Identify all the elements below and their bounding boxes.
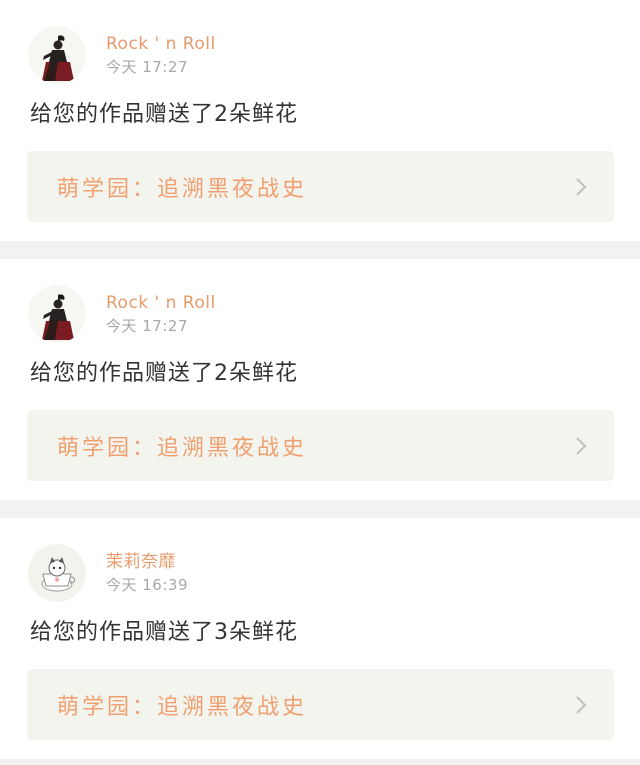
timestamp: 今天 16:39 xyxy=(106,576,188,594)
notification-header: Rock ' n Roll 今天 17:27 xyxy=(28,25,216,85)
username-link[interactable]: Rock ' n Roll xyxy=(106,292,216,314)
notification-message: 给您的作品赠送了2朵鲜花 xyxy=(30,102,298,127)
notification-meta: Rock ' n Roll 今天 17:27 xyxy=(106,292,216,336)
notification-card: 茉莉奈靡 今天 16:39 给您的作品赠送了3朵鲜花 萌学园：追溯黑夜战史 xyxy=(0,518,640,759)
notification-feed: Rock ' n Roll 今天 17:27 给您的作品赠送了2朵鲜花 萌学园：… xyxy=(0,0,640,759)
work-link-card[interactable]: 萌学园：追溯黑夜战史 xyxy=(27,669,614,740)
dark-figure-avatar-icon[interactable] xyxy=(28,26,86,84)
notification-header: 茉莉奈靡 今天 16:39 xyxy=(28,543,188,603)
notification-message: 给您的作品赠送了3朵鲜花 xyxy=(30,620,298,645)
work-link-card[interactable]: 萌学园：追溯黑夜战史 xyxy=(27,410,614,481)
timestamp: 今天 17:27 xyxy=(106,58,188,76)
chevron-right-icon xyxy=(576,177,587,196)
notification-meta: 茉莉奈靡 今天 16:39 xyxy=(106,551,188,595)
notification-header: Rock ' n Roll 今天 17:27 xyxy=(28,284,216,344)
username-link[interactable]: 茉莉奈靡 xyxy=(106,551,188,573)
work-title: 萌学园：追溯黑夜战史 xyxy=(57,176,308,202)
timestamp: 今天 17:27 xyxy=(106,317,188,335)
work-title: 萌学园：追溯黑夜战史 xyxy=(57,694,308,720)
username-link[interactable]: Rock ' n Roll xyxy=(106,33,216,55)
notification-meta: Rock ' n Roll 今天 17:27 xyxy=(106,33,216,77)
dark-figure-avatar-icon[interactable] xyxy=(28,285,86,343)
work-title: 萌学园：追溯黑夜战史 xyxy=(57,435,308,461)
work-link-card[interactable]: 萌学园：追溯黑夜战史 xyxy=(27,151,614,222)
teacup-cat-avatar-icon[interactable] xyxy=(28,544,86,602)
notification-card: Rock ' n Roll 今天 17:27 给您的作品赠送了2朵鲜花 萌学园：… xyxy=(0,0,640,241)
notification-card: Rock ' n Roll 今天 17:27 给您的作品赠送了2朵鲜花 萌学园：… xyxy=(0,259,640,500)
chevron-right-icon xyxy=(576,436,587,455)
chevron-right-icon xyxy=(576,695,587,714)
notification-message: 给您的作品赠送了2朵鲜花 xyxy=(30,361,298,386)
